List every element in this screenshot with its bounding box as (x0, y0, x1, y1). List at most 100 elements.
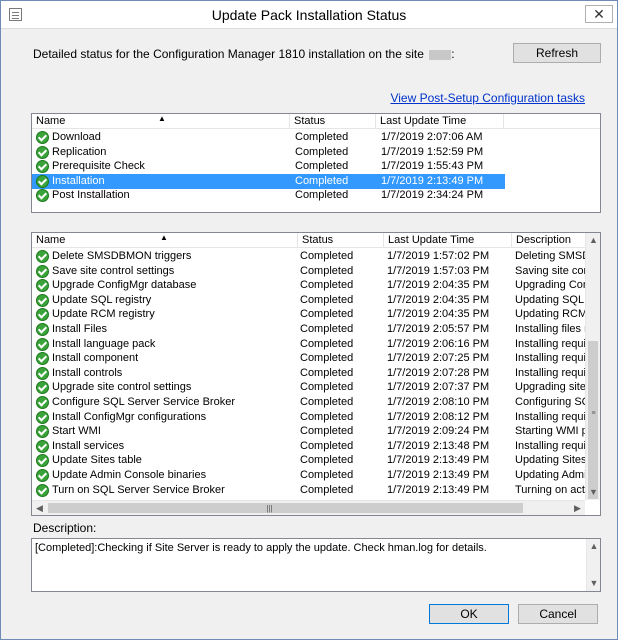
green-check-icon (36, 425, 49, 439)
cell-status: Completed (300, 366, 354, 379)
cell-name: Install Files (52, 323, 108, 335)
cell-status: Completed (300, 264, 354, 277)
cell-last-update: 1/7/2019 1:52:59 PM (381, 145, 484, 158)
cell-description: Installing required (515, 337, 587, 350)
scroll-left-icon[interactable]: ◀ (32, 501, 47, 515)
list-item[interactable]: Install Files Completed 1/7/2019 2:05:57 P… (32, 322, 587, 337)
cell-last-update: 1/7/2019 1:57:03 PM (387, 264, 490, 277)
scroll-down-icon[interactable]: ▼ (587, 576, 601, 591)
phase-list-header: Name ▲ Status Last Update Time (32, 114, 600, 129)
green-check-icon (36, 160, 49, 174)
cell-status: Completed (300, 396, 354, 408)
green-check-icon (36, 264, 49, 278)
sort-ascending-icon: ▲ (158, 114, 166, 123)
cell-name: Install controls (52, 366, 123, 379)
step-list[interactable]: Name ▲ Status Last Update Time Descripti… (31, 232, 601, 516)
list-item[interactable]: Prerequisite Check Completed 1/7/2019 1:55… (32, 159, 505, 174)
green-check-icon (36, 366, 49, 380)
column-header-last-update[interactable]: Last Update Time (384, 233, 512, 248)
list-item[interactable]: Upgrade site control settings Completed 1/… (32, 380, 587, 395)
list-item[interactable]: Installation Completed 1/7/2019 2:13:49 PM (32, 173, 505, 189)
ok-button[interactable]: OK (429, 604, 509, 624)
green-check-icon (36, 308, 49, 322)
list-item[interactable]: Update RCM registry Completed 1/7/2019 2:0… (32, 307, 587, 322)
site-status-description: Detailed status for the Configuration Ma… (33, 47, 455, 61)
green-check-icon (36, 337, 49, 351)
cell-status: Completed (300, 454, 354, 467)
green-check-icon (36, 189, 49, 203)
cell-status: Completed (300, 425, 354, 438)
cancel-button[interactable]: Cancel (518, 604, 598, 624)
refresh-button[interactable]: Refresh (513, 43, 601, 63)
cell-last-update: 1/7/2019 2:05:57 PM (387, 323, 490, 335)
column-header-status[interactable]: Status (298, 233, 384, 248)
column-header-status[interactable]: Status (290, 114, 376, 129)
cell-status: Completed (300, 250, 354, 262)
description-scrollbar[interactable]: ▲ ▼ (586, 539, 600, 591)
list-item[interactable]: Install component Completed 1/7/2019 2:07:… (32, 351, 587, 366)
list-item[interactable]: Update Admin Console binaries Completed 1/… (32, 468, 587, 483)
cell-status: Completed (300, 279, 354, 292)
cell-description: Installing required (515, 410, 587, 423)
cell-status: Completed (295, 189, 349, 202)
list-item[interactable]: Install services Completed 1/7/2019 2:13:4… (32, 439, 587, 454)
scroll-grip-icon: ||| (266, 504, 273, 513)
cell-last-update: 1/7/2019 2:13:48 PM (387, 439, 490, 452)
cell-status: Completed (300, 469, 354, 481)
list-item[interactable]: Replication Completed 1/7/2019 1:52:59 PM (32, 145, 505, 160)
cell-name: Install ConfigMgr configurations (52, 410, 207, 423)
cell-name: Download (52, 131, 101, 143)
cell-status: Completed (300, 337, 354, 350)
list-item[interactable]: Update SQL registry Completed 1/7/2019 2:0… (32, 293, 587, 308)
description-label: Description: (33, 521, 97, 535)
horizontal-scrollbar[interactable]: ◀ ||| ▶ (32, 500, 585, 515)
list-item[interactable]: Save site control settings Completed 1/7/2… (32, 264, 587, 279)
list-item[interactable]: Download Completed 1/7/2019 2:07:06 AM (32, 130, 505, 145)
scroll-down-icon[interactable]: ▼ (586, 485, 600, 500)
cell-name: Upgrade ConfigMgr database (52, 279, 197, 292)
vertical-scrollbar[interactable]: ▲ ≡ ▼ (585, 233, 600, 500)
cell-description: Updating RCM re (515, 308, 587, 321)
list-item[interactable]: Configure SQL Server Service Broker Compl… (32, 395, 587, 410)
cell-description: Starting WMI prov (515, 425, 587, 438)
cell-last-update: 1/7/2019 2:09:24 PM (387, 425, 490, 438)
cell-last-update: 1/7/2019 2:08:12 PM (387, 410, 490, 423)
cell-status: Completed (295, 131, 349, 143)
green-check-icon (36, 483, 49, 497)
cell-name: Delete SMSDBMON triggers (52, 250, 192, 262)
list-item[interactable]: Update Sites table Completed 1/7/2019 2:13… (32, 453, 587, 468)
close-button[interactable]: ✕ (585, 5, 613, 23)
list-item[interactable]: Post Installation Completed 1/7/2019 2:34:… (32, 188, 505, 203)
green-check-icon (36, 454, 49, 468)
list-item[interactable]: Install controls Completed 1/7/2019 2:07:2… (32, 366, 587, 381)
list-item[interactable]: Delete SMSDBMON triggers Completed 1/7/201… (32, 249, 587, 264)
list-item[interactable]: Start WMI Completed 1/7/2019 2:09:24 PM Sta… (32, 424, 587, 439)
post-setup-tasks-link[interactable]: View Post-Setup Configuration tasks (390, 91, 585, 105)
cell-status: Completed (300, 410, 354, 423)
list-item[interactable]: Turn on SQL Server Service Broker Complet… (32, 483, 587, 498)
description-textbox[interactable]: [Completed]:Checking if Site Server is r… (31, 538, 601, 592)
green-check-icon (36, 323, 49, 336)
cell-last-update: 1/7/2019 2:13:49 PM (387, 469, 490, 481)
cell-last-update: 1/7/2019 2:07:28 PM (387, 366, 490, 379)
list-item[interactable]: Install language pack Completed 1/7/2019 2… (32, 337, 587, 352)
sort-ascending-icon: ▲ (160, 233, 168, 242)
description-text: [Completed]:Checking if Site Server is r… (35, 542, 487, 554)
column-name-label: Name (36, 115, 66, 127)
title-bar[interactable]: Update Pack Installation Status ✕ (1, 1, 617, 29)
column-header-description[interactable]: Description (512, 233, 592, 248)
scroll-up-icon[interactable]: ▲ (587, 539, 601, 554)
scroll-right-icon[interactable]: ▶ (570, 501, 585, 515)
column-header-last-update[interactable]: Last Update Time (376, 114, 504, 129)
cell-last-update: 1/7/2019 2:07:06 AM (381, 131, 483, 143)
phase-list[interactable]: Name ▲ Status Last Update Time Download C… (31, 113, 601, 213)
column-description-label: Description (516, 234, 572, 246)
scroll-up-icon[interactable]: ▲ (586, 233, 600, 248)
column-status-label: Status (302, 234, 334, 246)
list-item[interactable]: Install ConfigMgr configurations Complete… (32, 410, 587, 425)
cancel-button-label: Cancel (539, 607, 577, 621)
horizontal-scroll-thumb[interactable] (48, 503, 523, 513)
list-item[interactable]: Upgrade ConfigMgr database Completed 1/7/2… (32, 278, 587, 293)
cell-description: Turning on activa (515, 483, 587, 496)
cell-last-update: 1/7/2019 2:04:35 PM (387, 308, 490, 321)
